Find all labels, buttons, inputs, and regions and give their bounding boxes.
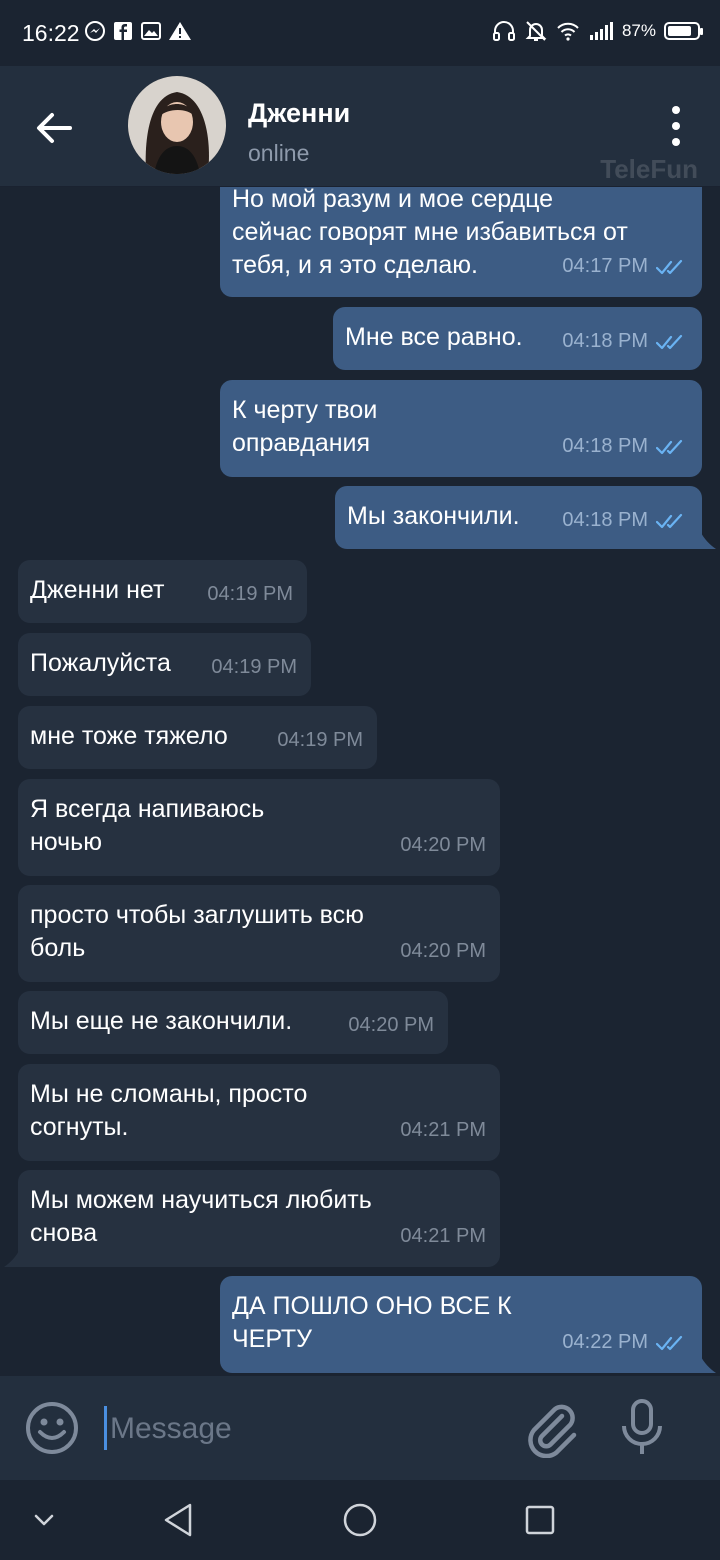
message-outgoing[interactable]: К черту твои оправдания 04:18 PM: [220, 380, 702, 477]
double-check-icon: [656, 439, 683, 454]
message-composer: [0, 1376, 720, 1480]
message-meta: 04:20 PM: [400, 935, 486, 968]
message-outgoing[interactable]: Мне все равно. 04:18 PM: [333, 307, 702, 370]
gallery-icon: [141, 22, 161, 40]
battery-icon: [664, 22, 703, 40]
mute-bell-icon: [525, 21, 547, 41]
system-navigation-bar: [0, 1480, 720, 1560]
message-time: 04:17 PM: [562, 255, 648, 277]
message-incoming[interactable]: мне тоже тяжело 04:19 PM: [18, 706, 377, 769]
message-time: 04:19 PM: [277, 729, 363, 751]
message-time: 04:22 PM: [562, 1331, 648, 1353]
message-incoming[interactable]: Мы еще не закончили. 04:20 PM: [18, 991, 448, 1054]
chevron-down-icon: [34, 1514, 54, 1526]
message-time: 04:19 PM: [207, 583, 293, 605]
message-meta: 04:21 PM: [400, 1114, 486, 1147]
text-cursor: [104, 1406, 107, 1450]
message-meta: 04:19 PM: [211, 651, 297, 684]
message-meta: 04:19 PM: [207, 578, 293, 611]
message-time: 04:20 PM: [400, 940, 486, 962]
message-time: 04:21 PM: [400, 1225, 486, 1247]
dot-icon: [672, 122, 680, 130]
message-meta: 04:18 PM: [562, 504, 688, 537]
warning-icon: [169, 22, 191, 40]
message-time: 04:18 PM: [562, 435, 648, 457]
microphone-icon: [622, 1399, 662, 1454]
nav-recents-button[interactable]: [518, 1498, 562, 1542]
message-list[interactable]: Но мой разум и мое сердце сейчас говорят…: [0, 187, 720, 1375]
signal-icon: [589, 22, 613, 40]
facebook-icon: [114, 22, 132, 40]
message-time: 04:18 PM: [562, 330, 648, 352]
headphones-icon: [492, 21, 515, 41]
wifi-icon: [557, 22, 579, 41]
square-recents-icon: [525, 1505, 555, 1535]
message-incoming[interactable]: просто чтобы заглушить всю боль 04:20 PM: [18, 885, 500, 982]
nav-back-button[interactable]: [158, 1498, 202, 1542]
nav-home-button[interactable]: [338, 1498, 382, 1542]
message-meta: 04:17 PM: [562, 250, 688, 283]
avatar-portrait: [128, 76, 226, 174]
arrow-left-icon: [37, 113, 72, 143]
notification-icons: [84, 20, 192, 42]
message-incoming[interactable]: Мы можем научиться любить снова 04:21 PM: [18, 1170, 500, 1267]
double-check-icon: [656, 334, 683, 349]
message-time: 04:21 PM: [400, 1119, 486, 1141]
emoji-button[interactable]: [24, 1400, 80, 1456]
triangle-back-icon: [164, 1503, 192, 1537]
message-meta: 04:20 PM: [400, 829, 486, 862]
nav-collapse-button[interactable]: [22, 1498, 66, 1542]
bubble-tail: [700, 1355, 716, 1373]
avatar[interactable]: [128, 76, 226, 174]
smiley-icon: [26, 1402, 78, 1454]
messenger-icon: [85, 21, 105, 41]
dot-icon: [672, 106, 680, 114]
back-button[interactable]: [30, 104, 78, 152]
message-meta: 04:21 PM: [400, 1220, 486, 1253]
bubble-tail: [4, 1249, 20, 1267]
message-incoming[interactable]: Мы не сломаны, просто согнуты. 04:21 PM: [18, 1064, 500, 1161]
message-time: 04:19 PM: [211, 656, 297, 678]
chat-header: Дженни online TeleFun: [0, 66, 720, 187]
message-meta: 04:18 PM: [562, 325, 688, 358]
message-time: 04:18 PM: [562, 509, 648, 531]
battery-percent: 87%: [621, 21, 656, 40]
voice-message-button[interactable]: [620, 1398, 664, 1458]
bubble-tail: [700, 531, 716, 549]
status-bar: 16:22 87%: [0, 0, 720, 66]
contact-status: online: [248, 140, 310, 166]
dot-icon: [672, 138, 680, 146]
message-input[interactable]: [108, 1406, 512, 1452]
message-time: 04:20 PM: [400, 834, 486, 856]
watermark: TeleFun: [600, 154, 698, 184]
double-check-icon: [656, 1335, 683, 1350]
message-outgoing[interactable]: Мы закончили. 04:18 PM: [335, 486, 702, 549]
contact-name[interactable]: Дженни: [248, 98, 350, 129]
message-meta: 04:18 PM: [562, 430, 688, 463]
double-check-icon: [656, 513, 683, 528]
message-outgoing[interactable]: ДА ПОШЛО ОНО ВСЕ К ЧЕРТУ 04:22 PM: [220, 1276, 702, 1373]
attach-button[interactable]: [522, 1402, 582, 1459]
message-meta: 04:22 PM: [562, 1326, 688, 1359]
message-meta: 04:20 PM: [348, 1009, 434, 1042]
message-incoming[interactable]: Я всегда напиваюсь ночью 04:20 PM: [18, 779, 500, 876]
circle-home-icon: [343, 1503, 377, 1537]
status-time: 16:22: [22, 20, 80, 46]
double-check-icon: [656, 259, 683, 274]
message-time: 04:20 PM: [348, 1014, 434, 1036]
message-outgoing[interactable]: Но мой разум и мое сердце сейчас говорят…: [220, 187, 702, 297]
paperclip-icon: [528, 1404, 577, 1459]
more-options-button[interactable]: [662, 106, 690, 146]
message-incoming[interactable]: Пожалуйста 04:19 PM: [18, 633, 311, 696]
system-icons: 87%: [492, 19, 703, 43]
message-incoming[interactable]: Дженни нет 04:19 PM: [18, 560, 307, 623]
message-meta: 04:19 PM: [277, 724, 363, 757]
